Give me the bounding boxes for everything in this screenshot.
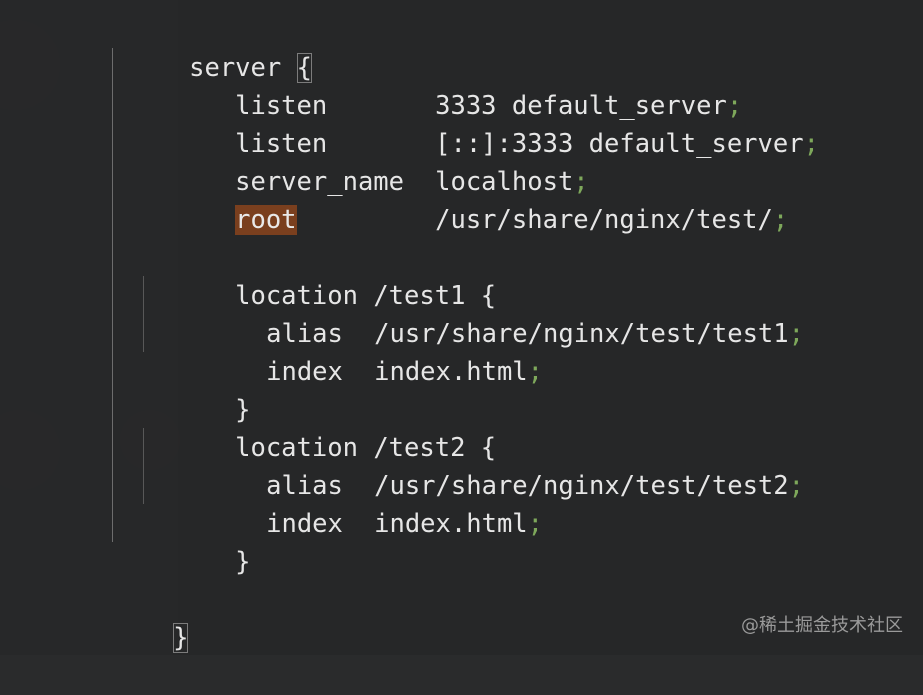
semicolon: ; — [788, 319, 804, 349]
watermark: @稀土掘金技术社区 — [741, 615, 903, 636]
code-line-5-value: /usr/share/nginx/test/; — [343, 163, 788, 235]
code-line-10[interactable]: } — [143, 353, 250, 425]
code-line-5[interactable]: root — [143, 163, 297, 235]
close-brace: } — [235, 547, 251, 577]
code-editor[interactable]: server { listen 3333 default_server; lis… — [0, 0, 923, 655]
directive-value: /usr/share/nginx/test/ — [435, 205, 773, 235]
semicolon: ; — [788, 471, 804, 501]
code-line-1[interactable]: server { — [97, 11, 312, 83]
code-line-14[interactable]: } — [143, 505, 250, 577]
directive-root-highlighted: root — [235, 205, 297, 235]
code-line-9-value: index.html; — [282, 315, 543, 387]
code-line-8-value: /usr/share/nginx/test/test1; — [282, 277, 804, 349]
semicolon: ; — [527, 509, 544, 539]
directive-value: index.html — [374, 357, 528, 387]
directive-value: index.html — [374, 509, 528, 539]
code-line-3[interactable]: listen — [143, 87, 327, 159]
semicolon: ; — [527, 357, 544, 387]
semicolon: ; — [803, 129, 819, 159]
semicolon: ; — [772, 205, 789, 235]
code-line-13-value: index.html; — [282, 467, 543, 539]
code-line-11[interactable]: location /test2 { — [143, 391, 496, 463]
code-line-16[interactable]: } — [81, 581, 189, 653]
code-line-4-value: localhost; — [343, 125, 589, 197]
code-line-12-value: /usr/share/nginx/test/test2; — [282, 429, 804, 501]
code-area[interactable]: server { listen 3333 default_server; lis… — [0, 0, 923, 655]
close-brace-matched: } — [173, 623, 189, 653]
code-line-2[interactable]: listen — [143, 49, 327, 121]
code-line-7[interactable]: location /test1 { — [143, 239, 496, 311]
code-line-2-value: 3333 default_server; — [343, 49, 742, 121]
code-line-3-value: [::]:3333 default_server; — [343, 87, 819, 159]
